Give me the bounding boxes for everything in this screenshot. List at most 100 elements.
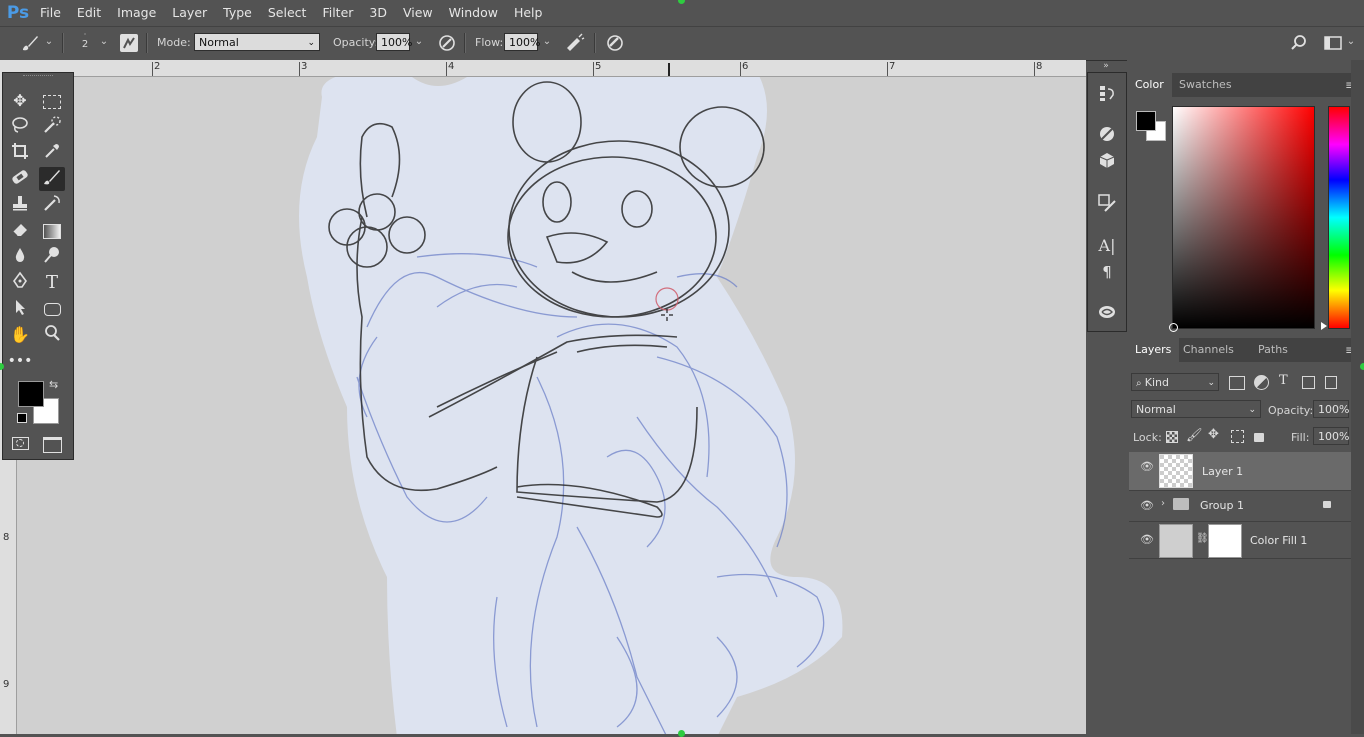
tab-channels[interactable]: Channels — [1175, 338, 1242, 362]
lock-transparent-icon[interactable] — [1166, 431, 1178, 443]
tab-layers[interactable]: Layers — [1127, 338, 1180, 362]
layer-opacity-input[interactable]: 100% — [1313, 400, 1349, 418]
brush-size-preview[interactable]: · 2 — [76, 31, 94, 55]
fill-input[interactable]: 100% — [1313, 427, 1349, 445]
chain-link-icon[interactable]: ⛓ — [1196, 533, 1209, 544]
character-panel-icon[interactable]: A| — [1096, 235, 1118, 257]
visibility-eye-icon[interactable]: 👁 — [1139, 460, 1155, 474]
document-canvas[interactable] — [17, 77, 1086, 734]
crop-tool-icon[interactable] — [7, 141, 33, 165]
pressure-size-icon[interactable] — [604, 33, 626, 53]
hand-tool-icon[interactable]: ✋ — [7, 323, 33, 347]
menu-filter[interactable]: Filter — [314, 0, 361, 26]
workspace-icon[interactable] — [1322, 33, 1344, 53]
layer-name[interactable]: Group 1 — [1200, 499, 1244, 512]
panel-grip[interactable] — [23, 75, 53, 80]
move-tool-icon[interactable]: ✥ — [7, 89, 33, 113]
menu-help[interactable]: Help — [506, 0, 551, 26]
eraser-tool-icon[interactable] — [7, 219, 33, 243]
visibility-eye-icon[interactable]: 👁 — [1139, 533, 1155, 547]
chevron-down-icon[interactable]: ⌄ — [1344, 34, 1358, 50]
adjustments-panel-icon[interactable] — [1096, 125, 1118, 147]
filter-adjustment-icon[interactable] — [1254, 375, 1269, 390]
tab-color[interactable]: Color — [1127, 73, 1172, 97]
layer-filter-select[interactable]: ⌕ Kind ⌄ — [1131, 373, 1219, 391]
menu-layer[interactable]: Layer — [164, 0, 215, 26]
history-panel-icon[interactable] — [1096, 83, 1118, 105]
color-foreground-swatch[interactable] — [1136, 111, 1156, 131]
menu-view[interactable]: View — [395, 0, 441, 26]
pressure-opacity-icon[interactable] — [436, 33, 458, 53]
clone-stamp-tool-icon[interactable] — [7, 193, 33, 217]
layer-name[interactable]: Layer 1 — [1202, 465, 1243, 478]
menu-select[interactable]: Select — [260, 0, 315, 26]
filter-shape-icon[interactable] — [1302, 376, 1315, 389]
tab-swatches[interactable]: Swatches — [1171, 73, 1240, 97]
filter-pixel-icon[interactable] — [1229, 376, 1245, 390]
chevron-down-icon[interactable]: ⌄ — [97, 34, 111, 50]
healing-brush-tool-icon[interactable] — [7, 167, 33, 191]
lock-position-icon[interactable]: ✥ — [1208, 427, 1219, 442]
chevron-down-icon[interactable]: ⌄ — [412, 34, 426, 50]
lasso-tool-icon[interactable] — [7, 115, 33, 139]
blend-mode-select[interactable]: Normal ⌄ — [1131, 400, 1261, 418]
visibility-eye-icon[interactable]: 👁 — [1139, 499, 1155, 513]
brush-tool-icon[interactable] — [39, 167, 65, 191]
menu-3d[interactable]: 3D — [361, 0, 395, 26]
default-colors-icon[interactable] — [17, 413, 27, 423]
menu-edit[interactable]: Edit — [69, 0, 109, 26]
swap-colors-icon[interactable]: ⇆ — [49, 378, 58, 391]
lock-all-icon[interactable] — [1254, 433, 1264, 442]
chevron-down-icon[interactable]: ⌄ — [42, 34, 56, 50]
mode-select[interactable]: Normal ⌄ — [194, 33, 320, 51]
layer-row-layer-1[interactable]: 👁 Layer 1 — [1129, 452, 1351, 491]
opacity-input[interactable]: 100% — [376, 33, 412, 51]
color-picker-ring[interactable] — [1169, 323, 1178, 332]
foreground-color-swatch[interactable] — [18, 381, 44, 407]
search-icon[interactable] — [1288, 33, 1310, 53]
dodge-tool-icon[interactable] — [39, 245, 65, 269]
clone-source-panel-icon[interactable] — [1096, 193, 1118, 215]
flow-input[interactable]: 100% — [504, 33, 540, 51]
quick-mask-icon[interactable] — [7, 431, 33, 455]
eyedropper-tool-icon[interactable] — [39, 141, 65, 165]
menu-window[interactable]: Window — [441, 0, 506, 26]
expand-panels-icon[interactable]: » — [1087, 60, 1125, 72]
layer-name[interactable]: Color Fill 1 — [1250, 534, 1307, 547]
window-resize-handle[interactable] — [1360, 363, 1364, 370]
filter-type-icon[interactable]: T — [1279, 373, 1288, 388]
quick-selection-tool-icon[interactable] — [39, 115, 65, 139]
layer-row-group-1[interactable]: 👁 › Group 1 — [1129, 491, 1351, 522]
brush-panel-icon[interactable] — [120, 34, 138, 52]
gradient-tool-icon[interactable] — [39, 219, 65, 243]
brush-tool-preset-icon[interactable] — [18, 33, 42, 55]
paragraph-panel-icon[interactable]: ¶ — [1096, 261, 1118, 283]
tab-paths[interactable]: Paths — [1250, 338, 1296, 362]
panel-scrollbar[interactable] — [1351, 60, 1364, 734]
zoom-tool-icon[interactable] — [39, 323, 65, 347]
menu-file[interactable]: File — [32, 0, 69, 26]
libraries-panel-icon[interactable] — [1096, 303, 1118, 325]
blur-tool-icon[interactable] — [7, 245, 33, 269]
lock-pixels-icon[interactable]: 🖌 — [1186, 428, 1203, 443]
chevron-down-icon[interactable]: ⌄ — [540, 34, 554, 50]
lock-artboard-icon[interactable] — [1231, 430, 1244, 443]
layer-row-color-fill-1[interactable]: 👁 ⛓ Color Fill 1 — [1129, 522, 1351, 559]
menu-image[interactable]: Image — [109, 0, 164, 26]
pen-tool-icon[interactable] — [7, 271, 33, 295]
3d-panel-icon[interactable] — [1096, 151, 1118, 173]
hue-slider-handle[interactable] — [1321, 322, 1327, 330]
path-selection-tool-icon[interactable] — [7, 297, 33, 321]
rounded-rectangle-tool-icon[interactable] — [39, 297, 65, 321]
history-brush-tool-icon[interactable] — [39, 193, 65, 217]
color-field[interactable] — [1169, 106, 1315, 332]
filter-smart-object-icon[interactable] — [1325, 376, 1337, 389]
chevron-right-icon[interactable]: › — [1161, 498, 1165, 509]
menu-type[interactable]: Type — [215, 0, 260, 26]
airbrush-icon[interactable] — [564, 33, 586, 53]
more-tools-icon[interactable]: ••• — [7, 349, 33, 373]
hue-slider[interactable] — [1328, 106, 1350, 329]
marquee-tool-icon[interactable] — [39, 89, 65, 113]
screen-mode-icon[interactable] — [39, 431, 65, 455]
type-tool-icon[interactable]: T — [39, 271, 65, 295]
